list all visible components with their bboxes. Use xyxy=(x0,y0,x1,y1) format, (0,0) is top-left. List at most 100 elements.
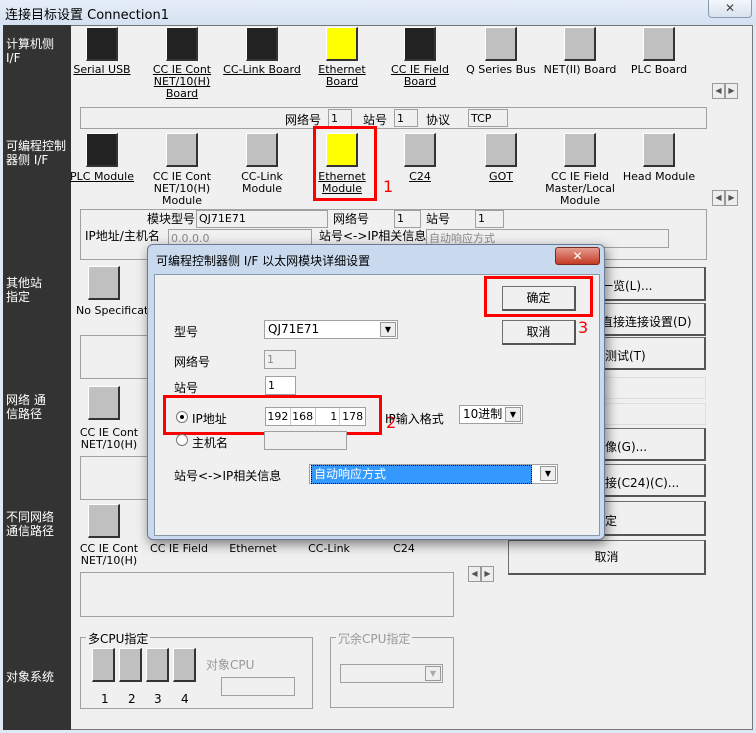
pc-info-bar: 网络号 1 站号 1 协议 TCP xyxy=(80,107,707,129)
model-label: 型号 xyxy=(174,325,199,339)
plc-if-label[interactable]: GOT xyxy=(461,171,541,183)
station-input[interactable]: 1 xyxy=(265,376,296,395)
diff-network-label: CC-Link xyxy=(308,542,350,555)
plc-if-icon-6[interactable] xyxy=(564,133,596,167)
host-name-radio[interactable] xyxy=(176,434,188,446)
cpu-2-icon[interactable] xyxy=(119,648,142,682)
scroll-left-button[interactable]: ◀ xyxy=(468,566,481,582)
highlight-box-2 xyxy=(163,395,382,435)
side-label-plc-if: 可编程控制器侧 I/F xyxy=(6,139,67,167)
pc-if-icon-7[interactable] xyxy=(643,27,675,61)
plc-station-field: 1 xyxy=(475,210,504,228)
redundant-cpu-select: ▼ xyxy=(340,664,443,683)
rel-info-label: 站号<->IP相关信息 xyxy=(174,469,282,483)
side-panel xyxy=(3,25,71,730)
ip-format-select[interactable]: 10进制 ▼ xyxy=(459,405,523,424)
pc-if-icon-0[interactable] xyxy=(86,27,118,61)
no-specification-label: No Specification xyxy=(76,305,156,317)
diff-network-icon[interactable] xyxy=(88,504,120,538)
pc-if-icon-2[interactable] xyxy=(246,27,278,61)
dialog-title: 可编程控制器侧 I/F 以太网模块详细设置 xyxy=(156,254,371,268)
diff-network-box xyxy=(80,572,454,617)
dialog-cancel-button[interactable]: 取消 xyxy=(502,320,576,345)
window-close-button[interactable]: ✕ xyxy=(708,0,752,18)
scroll-right-button[interactable]: ▶ xyxy=(725,83,738,99)
pc-if-label[interactable]: Serial USB xyxy=(62,64,142,76)
pc-if-icon-5[interactable] xyxy=(485,27,517,61)
cancel-button[interactable]: 取消 xyxy=(508,540,706,575)
cpu-3-icon[interactable] xyxy=(146,648,169,682)
pc-station-field: 1 xyxy=(394,109,418,127)
protocol-label: 协议 xyxy=(426,113,451,127)
side-label-network-route: 网络 通信路径 xyxy=(6,393,46,421)
model-select[interactable]: QJ71E71 ▼ xyxy=(264,320,398,339)
plc-if-label[interactable]: CC IE Field Master/Local Module xyxy=(540,171,620,207)
ip-format-label: IP输入格式 xyxy=(385,412,444,426)
cpu-4-icon[interactable] xyxy=(173,648,196,682)
host-name-input xyxy=(264,431,347,450)
scroll-right-button[interactable]: ▶ xyxy=(725,190,738,206)
plc-if-label[interactable]: CC-Link Module xyxy=(222,171,302,195)
highlight-box-3 xyxy=(484,276,593,317)
pc-if-label[interactable]: Ethernet Board xyxy=(302,64,382,88)
pc-protocol-field: TCP xyxy=(468,109,508,127)
station-label: 站号 xyxy=(426,212,451,226)
cpu-num: 2 xyxy=(128,692,136,706)
rel-info-select[interactable]: 自动响应方式 ▼ xyxy=(309,464,558,484)
plc-if-icon-2[interactable] xyxy=(246,133,278,167)
station-label: 站号 xyxy=(174,381,199,395)
pc-if-label[interactable]: PLC Board xyxy=(619,64,699,76)
cpu-num: 3 xyxy=(154,692,162,706)
window-titlebar: 连接目标设置 Connection1 ✕ xyxy=(0,0,756,25)
pc-if-label[interactable]: CC IE Cont NET/10(H) Board xyxy=(142,64,222,100)
pc-if-label[interactable]: Q Series Bus xyxy=(461,64,541,76)
annotation-3: 3 xyxy=(578,318,589,337)
target-cpu-field xyxy=(221,677,295,696)
plc-if-label[interactable]: Head Module xyxy=(619,171,699,183)
plc-if-label[interactable]: CC IE Cont NET/10(H) Module xyxy=(142,171,222,207)
diff-network-label: C24 xyxy=(393,542,415,555)
plc-if-icon-7[interactable] xyxy=(643,133,675,167)
network-route-icon[interactable] xyxy=(88,386,120,420)
redundant-cpu-title: 冗余CPU指定 xyxy=(336,630,413,647)
model-label: 模块型号 xyxy=(147,212,196,226)
pc-if-icon-4[interactable] xyxy=(404,27,436,61)
scroll-left-button[interactable]: ◀ xyxy=(712,190,725,206)
rel-info-label: 站号<->IP相关信息 xyxy=(319,229,427,243)
scroll-right-button[interactable]: ▶ xyxy=(481,566,494,582)
annotation-1: 1 xyxy=(383,177,394,196)
no-specification-icon[interactable] xyxy=(88,266,120,300)
diff-network-label: CC IE Cont NET/10(H) xyxy=(79,542,139,567)
plc-model-field: QJ71E71 xyxy=(196,210,328,228)
plc-if-label[interactable]: PLC Module xyxy=(62,171,142,183)
pc-if-label[interactable]: CC IE Field Board xyxy=(380,64,460,88)
scroll-left-button[interactable]: ◀ xyxy=(712,83,725,99)
plc-if-icon-4[interactable] xyxy=(404,133,436,167)
host-name-label: 主机名 xyxy=(192,436,229,450)
diff-network-label: Ethernet xyxy=(229,542,277,555)
multi-cpu-title: 多CPU指定 xyxy=(86,630,151,647)
window-title: 连接目标设置 Connection1 xyxy=(5,8,169,23)
pc-if-label[interactable]: CC-Link Board xyxy=(222,64,302,76)
cpu-1-icon[interactable] xyxy=(92,648,115,682)
pc-if-icon-1[interactable] xyxy=(166,27,198,61)
net-label: 网络号 xyxy=(333,212,370,226)
pc-if-label[interactable]: NET(II) Board xyxy=(540,64,620,76)
diff-network-label: CC IE Field xyxy=(150,542,208,555)
plc-net-field: 1 xyxy=(394,210,421,228)
net-field: 1 xyxy=(264,350,296,369)
cpu-num: 4 xyxy=(181,692,189,706)
plc-if-icon-5[interactable] xyxy=(485,133,517,167)
cpu-num: 1 xyxy=(101,692,109,706)
side-label-other-station: 其他站指定 xyxy=(6,276,43,304)
target-cpu-label: 对象CPU xyxy=(206,658,255,672)
plc-if-icon-0[interactable] xyxy=(86,133,118,167)
side-label-diff-network: 不同网络 通信路径 xyxy=(6,510,55,538)
pc-if-icon-6[interactable] xyxy=(564,27,596,61)
plc-if-icon-1[interactable] xyxy=(166,133,198,167)
dialog-close-button[interactable]: ✕ xyxy=(555,247,600,265)
network-route-label: CC IE Cont NET/10(H) xyxy=(79,426,139,451)
highlight-box-1 xyxy=(313,126,377,201)
ip-host-label: IP地址/主机名 xyxy=(85,229,160,243)
pc-if-icon-3[interactable] xyxy=(326,27,358,61)
